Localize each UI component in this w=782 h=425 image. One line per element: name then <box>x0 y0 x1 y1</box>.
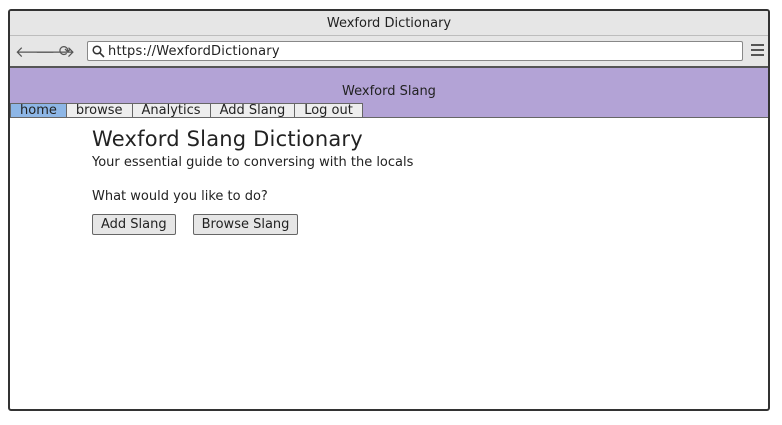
address-bar[interactable]: https://WexfordDictionary <box>87 41 743 61</box>
action-prompt: What would you like to do? <box>92 189 268 204</box>
forward-arrow-icon[interactable]: 🡒 <box>35 42 75 61</box>
nav-tabs: home browse Analytics Add Slang Log out <box>10 103 363 118</box>
add-slang-button[interactable]: Add Slang <box>92 214 176 235</box>
tab-add-slang[interactable]: Add Slang <box>210 103 296 118</box>
action-buttons: Add Slang Browse Slang <box>92 214 413 235</box>
tab-analytics[interactable]: Analytics <box>132 103 211 118</box>
main-content: Wexford Slang Dictionary Your essential … <box>92 127 413 235</box>
tab-browse[interactable]: browse <box>66 103 133 118</box>
tab-log-out[interactable]: Log out <box>295 103 363 118</box>
tab-home[interactable]: home <box>10 103 67 118</box>
page-subtitle: Your essential guide to conversing with … <box>92 155 414 170</box>
browse-slang-button[interactable]: Browse Slang <box>192 214 299 235</box>
reload-icon[interactable]: ⟳ <box>55 42 75 60</box>
menu-icon[interactable] <box>751 44 764 59</box>
site-title: Wexford Slang <box>342 84 436 99</box>
window-title: Wexford Dictionary <box>326 15 452 31</box>
search-icon <box>92 44 105 58</box>
page-title: Wexford Slang Dictionary <box>92 127 363 151</box>
browser-toolbar: 🡐 🡒 ⟳ https://WexfordDictionary <box>10 36 768 68</box>
window-titlebar: Wexford Dictionary <box>10 11 768 36</box>
url-text: https://WexfordDictionary <box>108 43 280 59</box>
site-header: Wexford Slang home browse Analytics Add … <box>10 68 768 118</box>
back-arrow-icon[interactable]: 🡐 <box>15 42 55 61</box>
